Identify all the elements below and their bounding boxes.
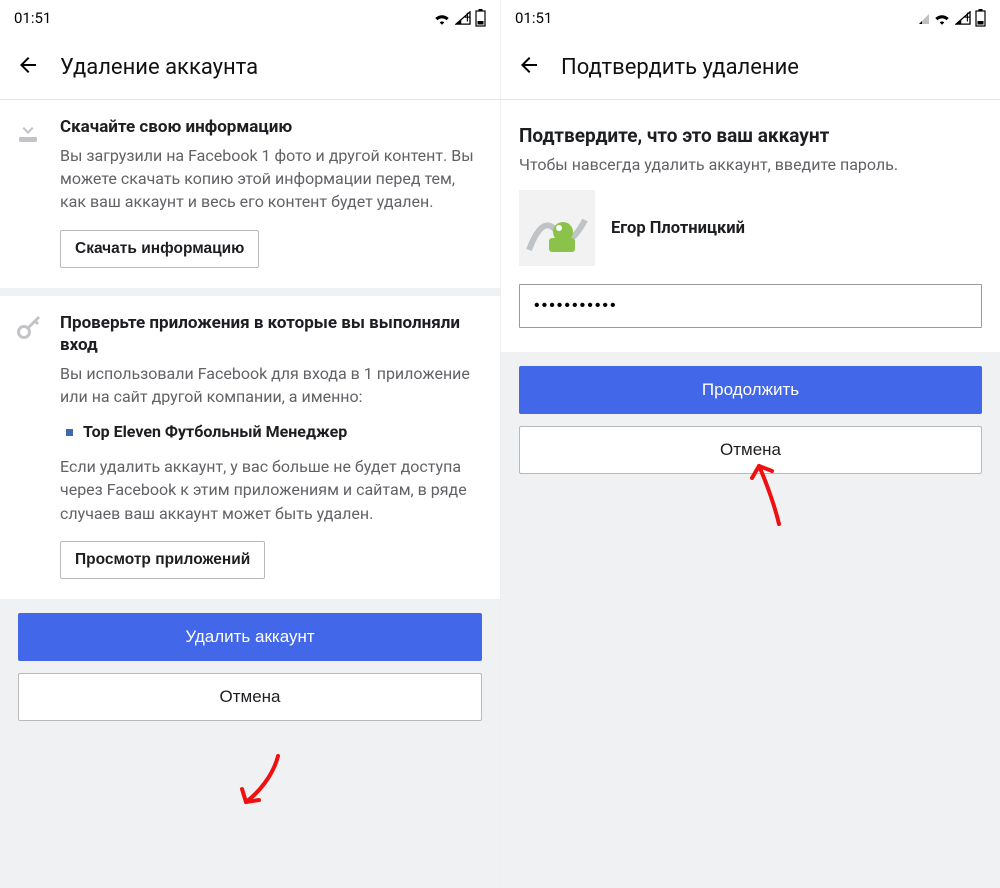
user-row: Егор Плотницкий (519, 190, 982, 266)
apps-heading: Проверьте приложения в которые вы выполн… (60, 312, 484, 356)
status-time: 01:51 (515, 9, 552, 27)
signal-small-icon (919, 12, 929, 24)
cancel-button[interactable]: Отмена (519, 426, 982, 474)
download-heading: Скачайте свою информацию (60, 116, 484, 138)
avatar (519, 190, 595, 266)
download-info-button[interactable]: Скачать информацию (60, 230, 259, 268)
apps-explain: Если удалить аккаунт, у вас больше не бу… (60, 455, 484, 525)
footer-actions: Продолжить Отмена (501, 352, 1000, 494)
status-bar: 01:51 (0, 0, 500, 36)
back-icon[interactable] (517, 53, 541, 82)
wifi-icon (433, 11, 451, 25)
status-bar: 01:51 (501, 0, 1000, 36)
nav-bar: Удаление аккаунта (0, 36, 500, 100)
app-item: Top Eleven Футбольный Менеджер (66, 422, 484, 441)
confirm-sub: Чтобы навсегда удалить аккаунт, введите … (519, 155, 982, 174)
status-icons (919, 9, 986, 27)
annotation-arrow-icon (218, 748, 288, 818)
nav-bar: Подтвердить удаление (501, 36, 1000, 100)
battery-icon (475, 9, 486, 27)
confirm-body: Подтвердите, что это ваш аккаунт Чтобы н… (501, 100, 1000, 352)
status-icons (433, 9, 486, 27)
signal-icon (455, 11, 471, 25)
left-pane: 01:51 Удаление аккаунта Скачайте свою ин… (0, 0, 500, 888)
view-apps-button[interactable]: Просмотр приложений (60, 541, 265, 579)
continue-button[interactable]: Продолжить (519, 366, 982, 414)
status-time: 01:51 (14, 9, 51, 27)
apps-intro: Вы использовали Facebook для входа в 1 п… (60, 362, 484, 408)
battery-icon (975, 9, 986, 27)
confirm-heading: Подтвердите, что это ваш аккаунт (519, 124, 982, 147)
cancel-button[interactable]: Отмена (18, 673, 482, 721)
download-body: Вы загрузили на Facebook 1 фото и другой… (60, 144, 484, 214)
footer-actions: Удалить аккаунт Отмена (0, 599, 500, 741)
back-icon[interactable] (16, 53, 40, 82)
signal-icon (955, 11, 971, 25)
user-name: Егор Плотницкий (611, 219, 745, 238)
right-pane: 01:51 Подтвердить удаление Подтвердите, … (500, 0, 1000, 888)
bullet-icon (66, 429, 73, 436)
download-card: Скачайте свою информацию Вы загрузили на… (0, 100, 500, 288)
key-icon (16, 314, 42, 340)
delete-account-button[interactable]: Удалить аккаунт (18, 613, 482, 661)
app-name: Top Eleven Футбольный Менеджер (83, 422, 347, 441)
wifi-icon (933, 11, 951, 25)
apps-card: Проверьте приложения в которые вы выполн… (0, 296, 500, 599)
password-input[interactable] (519, 284, 982, 328)
page-title: Подтвердить удаление (561, 55, 799, 80)
download-icon (16, 118, 40, 144)
page-title: Удаление аккаунта (60, 55, 258, 80)
